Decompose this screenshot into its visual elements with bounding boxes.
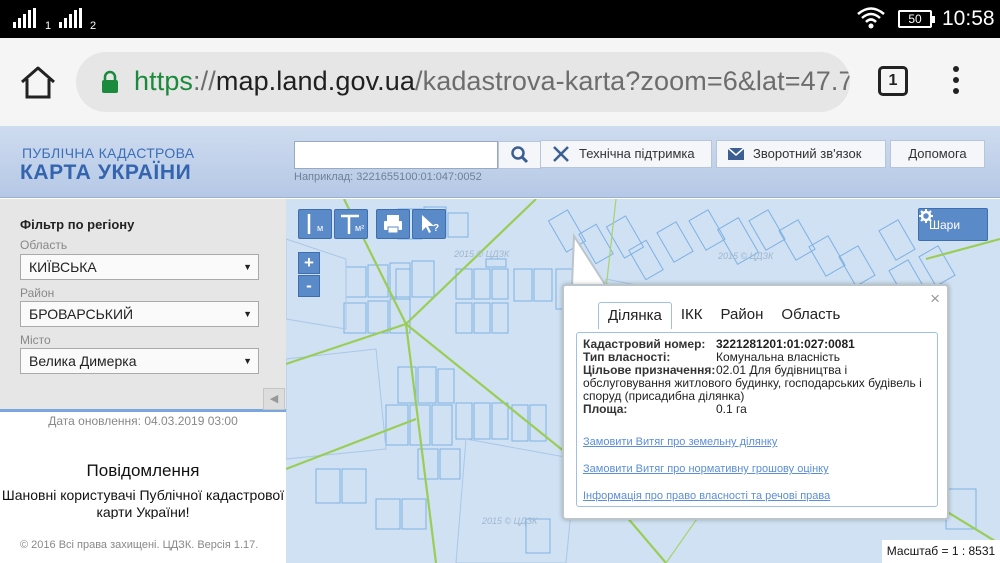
search-button[interactable] bbox=[498, 141, 542, 169]
map-watermark: 2015 © ЦДЗК bbox=[453, 249, 510, 259]
area-row: Площа: 0.1 га bbox=[583, 403, 931, 416]
collapse-sidebar-button[interactable]: ◀ bbox=[263, 388, 285, 410]
layers-button[interactable]: Шари bbox=[918, 208, 988, 241]
print-button[interactable] bbox=[376, 209, 410, 239]
sim1-label: 1 bbox=[45, 20, 52, 32]
oblast-value: КИЇВСЬКА bbox=[29, 259, 97, 275]
help-button[interactable]: Допомога bbox=[890, 140, 985, 168]
home-icon[interactable] bbox=[18, 64, 58, 100]
status-bar: 1 2 50 10:58 bbox=[0, 0, 1000, 38]
measure-distance-unit: м bbox=[317, 223, 324, 233]
city-label: Місто bbox=[20, 333, 51, 347]
map-watermark: 2015 © ЦДЗК bbox=[717, 251, 774, 261]
rayon-label: Район bbox=[20, 286, 55, 300]
close-icon[interactable]: × bbox=[930, 289, 940, 309]
map-watermark: 2015 © ЦДЗК bbox=[481, 516, 538, 526]
measure-area-button[interactable]: м² bbox=[334, 209, 368, 239]
logo-line2: КАРТА УКРАЇНИ bbox=[20, 161, 192, 184]
oblast-select[interactable]: КИЇВСЬКА ▼ bbox=[20, 254, 259, 280]
purpose-value-2: обслуговування житлового будинку, господ… bbox=[583, 376, 922, 403]
tab-ikk[interactable]: ІКК bbox=[672, 302, 712, 329]
order-extract-link[interactable]: Замовити Витяг про земельну ділянку bbox=[583, 436, 931, 448]
tab-rayon[interactable]: Район bbox=[712, 302, 773, 329]
info-help-label: ? bbox=[433, 223, 440, 234]
dropdown-arrow-icon: ▼ bbox=[243, 309, 252, 319]
feedback-button[interactable]: Зворотний зв'язок bbox=[716, 140, 886, 168]
info-button[interactable]: ? bbox=[412, 209, 446, 239]
area-value: 0.1 га bbox=[716, 402, 747, 416]
measure-distance-button[interactable]: м bbox=[298, 209, 332, 239]
chevron-left-icon: ◀ bbox=[269, 393, 279, 405]
site-header: ПУБЛІЧНА КАДАСТРОВА КАРТА УКРАЇНИ Наприк… bbox=[0, 126, 1000, 198]
tab-oblast[interactable]: Область bbox=[772, 302, 849, 329]
measure-area-unit: м² bbox=[355, 223, 365, 233]
search-input[interactable] bbox=[294, 141, 498, 169]
url-text: https://map.land.gov.ua/kadastrova-karta… bbox=[134, 66, 850, 97]
ownership-info-link[interactable]: Інформація про право власності та речові… bbox=[583, 490, 931, 502]
support-label: Технічна підтримка bbox=[579, 146, 695, 161]
parcel-info-popup: × Ділянка ІКК Район Область Кадастровий … bbox=[562, 284, 949, 520]
filter-title: Фільтр по регіону bbox=[20, 217, 135, 232]
cursor-icon bbox=[422, 215, 434, 233]
support-button[interactable]: Технічна підтримка bbox=[540, 140, 712, 168]
url-scheme: https bbox=[134, 66, 194, 96]
notice-title: Повідомлення bbox=[86, 461, 200, 480]
city-select[interactable]: Велика Димерка ▼ bbox=[20, 348, 259, 374]
logo-line1: ПУБЛІЧНА КАДАСТРОВА bbox=[22, 145, 195, 161]
url-separator: :// bbox=[193, 66, 216, 96]
notice-text: Шановні користувачі Публічної кадастрово… bbox=[1, 487, 285, 519]
rayon-value: БРОВАРСЬКИЙ bbox=[29, 306, 134, 322]
popup-pointer bbox=[566, 232, 626, 288]
update-date: Дата оновлення: 04.03.2019 03:00 bbox=[48, 414, 238, 428]
area-label: Площа: bbox=[583, 402, 628, 416]
tools-icon bbox=[553, 146, 569, 162]
scale-indicator: Масштаб = 1 : 8531 bbox=[882, 540, 1000, 563]
zoom-out-button[interactable]: - bbox=[298, 275, 320, 297]
browser-toolbar: https://map.land.gov.ua/kadastrova-karta… bbox=[0, 38, 1000, 126]
zoom-in-button[interactable]: + bbox=[298, 252, 320, 274]
sidebar: Фільтр по регіону Область КИЇВСЬКА ▼ Рай… bbox=[0, 199, 286, 563]
region-filter-panel: Фільтр по регіону Область КИЇВСЬКА ▼ Рай… bbox=[0, 199, 286, 412]
sim2-label: 2 bbox=[90, 20, 97, 32]
dropdown-arrow-icon: ▼ bbox=[243, 262, 252, 272]
clock: 10:58 bbox=[942, 7, 995, 30]
tab-switcher-button[interactable]: 1 bbox=[878, 66, 908, 96]
order-valuation-link[interactable]: Замовити Витяг про нормативну грошову оц… bbox=[583, 463, 931, 475]
search-hint: Наприклад: 3221655100:01:047:0052 bbox=[294, 171, 482, 183]
ruler-icon bbox=[307, 214, 311, 234]
overflow-menu-icon[interactable] bbox=[950, 66, 962, 98]
dropdown-arrow-icon: ▼ bbox=[243, 356, 252, 366]
address-bar[interactable]: https://map.land.gov.ua/kadastrova-karta… bbox=[76, 52, 850, 112]
battery-icon: 50 bbox=[898, 10, 935, 28]
popup-tabs: Ділянка ІКК Район Область bbox=[598, 302, 849, 329]
oblast-label: Область bbox=[20, 238, 68, 252]
signal-icon bbox=[59, 8, 82, 28]
envelope-icon bbox=[727, 147, 745, 160]
signal-icon bbox=[13, 8, 36, 28]
search-icon bbox=[511, 146, 529, 164]
url-path: /kadastrova-karta?zoom=6&lat=47.78&l bbox=[415, 66, 850, 96]
gear-icon bbox=[919, 209, 933, 223]
copyright: © 2016 Всі права захищені. ЦДЗК. Версія … bbox=[20, 539, 259, 551]
wifi-icon bbox=[857, 7, 885, 29]
tab-parcel[interactable]: Ділянка bbox=[598, 302, 672, 329]
url-host: map.land.gov.ua bbox=[215, 66, 415, 96]
feedback-label: Зворотний зв'язок bbox=[753, 146, 862, 161]
rayon-select[interactable]: БРОВАРСЬКИЙ ▼ bbox=[20, 301, 259, 327]
city-value: Велика Димерка bbox=[29, 353, 137, 369]
layers-label: Шари bbox=[929, 217, 961, 232]
printer-icon bbox=[384, 215, 402, 234]
help-label: Допомога bbox=[908, 146, 967, 161]
parcel-grid-left bbox=[343, 206, 577, 480]
parcel-details: Кадастровий номер: 3221281201:01:027:008… bbox=[576, 332, 938, 507]
lock-icon bbox=[102, 70, 118, 93]
